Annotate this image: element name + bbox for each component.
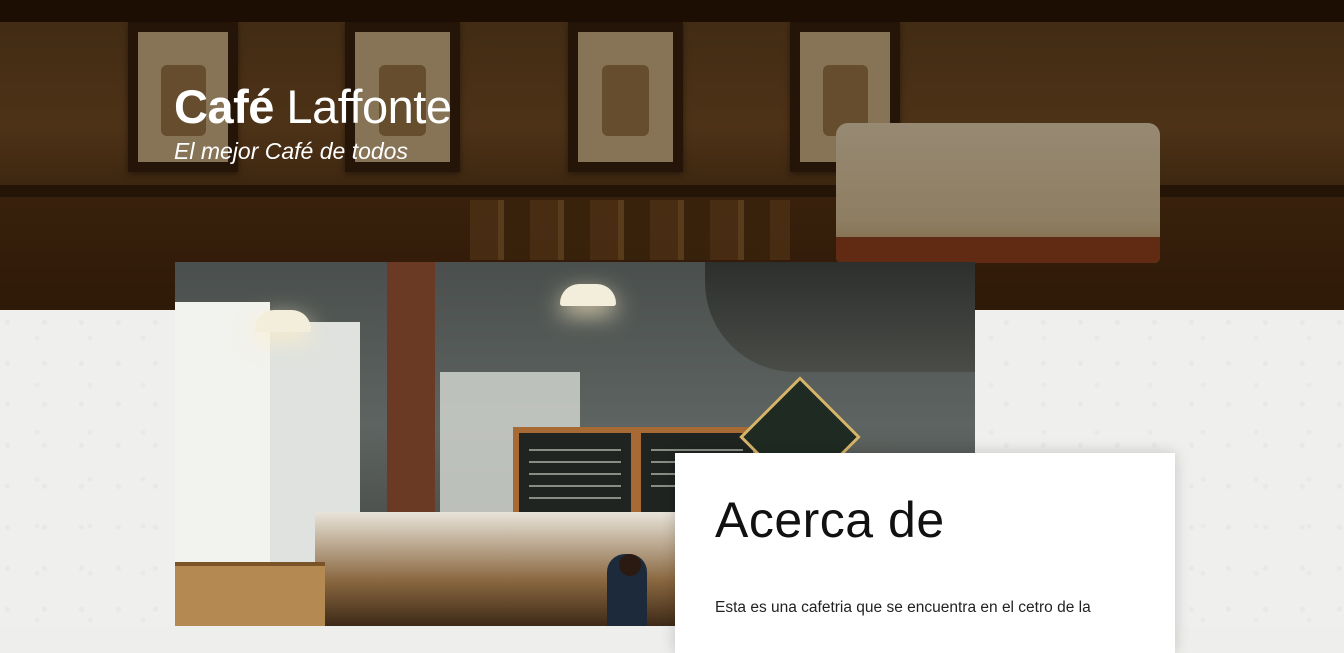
brand-rest: Laffonte [273,80,452,133]
about-title: Acerca de [715,492,945,548]
photo-duct [705,262,975,372]
site-tagline: El mejor Café de todos [174,138,408,164]
about-card: Acerca de Esta es una cafetria que se en… [675,453,1175,653]
photo-person-head [619,554,641,576]
photo-pillar [387,262,435,522]
about-text: Esta es una cafetria que se encuentra en… [715,599,1091,616]
photo-counter [315,512,735,626]
photo-pendant-light [255,310,311,332]
photo-crate [175,562,325,626]
photo-pendant-light [560,284,616,306]
site-brand[interactable]: Café Laffonte [174,80,452,134]
brand-bold: Café [174,80,274,133]
